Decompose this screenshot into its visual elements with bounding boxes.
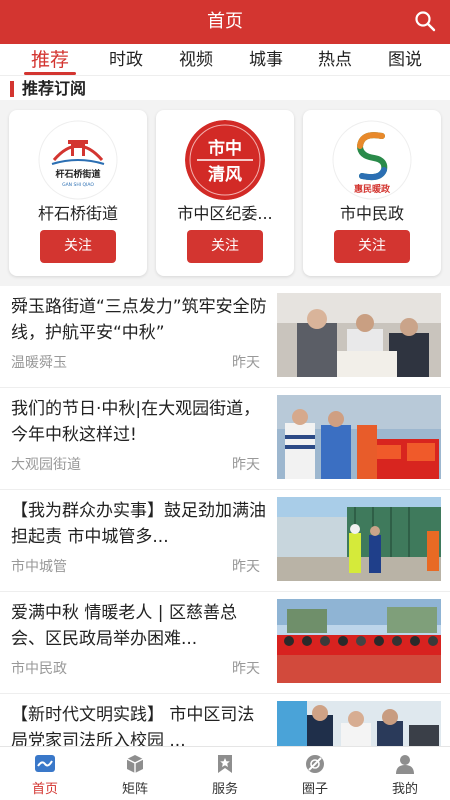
news-headline: 舜玉路街道“三点发力”筑牢安全防线，护航平安“中秋” [11,297,267,343]
news-time: 昨天 [232,457,260,473]
news-item[interactable]: 爱满中秋 情暖老人 | 区慈善总会、区民政局举办困难... 市中民政 昨天 [0,592,450,694]
nav-label: 首页 [31,782,58,797]
service-bookmark-icon [214,753,236,775]
news-time: 昨天 [232,559,260,575]
news-source: 大观园街道 [11,457,81,473]
tab-video[interactable]: 视频 [166,44,226,76]
category-tabs: 推荐 时政 视频 城事 热点 图说 [0,44,450,76]
news-thumbnail [277,293,441,377]
nav-matrix[interactable]: 矩阵 [90,747,180,800]
nav-label: 我的 [391,782,418,797]
bottom-navigation: 首页 矩阵 服务 圈子 我的 [0,746,450,800]
nav-label: 矩阵 [121,782,148,797]
tab-politics[interactable]: 时政 [96,44,156,76]
follow-button[interactable]: 关注 [40,230,116,263]
news-item[interactable]: 舜玉路街道“三点发力”筑牢安全防线，护航平安“中秋” 温暖舜玉 昨天 [0,286,450,388]
subscription-name: 市中区纪委... [177,204,273,223]
tab-pictures[interactable]: 图说 [375,44,435,76]
top-app-bar: 首页 [0,0,450,44]
matrix-cube-icon [124,753,146,775]
logo-text: 市中 [208,138,242,159]
news-headline: 爱满中秋 情暖老人 | 区慈善总会、区民政局举办困难... [11,603,237,649]
follow-button[interactable]: 关注 [334,230,410,263]
page-title: 首页 [207,11,243,32]
tab-city-affairs[interactable]: 城事 [236,44,296,76]
search-icon[interactable] [414,10,436,32]
nav-label: 服务 [211,782,238,797]
nav-circle[interactable]: 圈子 [270,747,360,800]
section-title: 推荐订阅 [10,78,86,100]
user-icon [394,753,416,775]
news-source: 温暖舜玉 [11,355,67,371]
huimin-nuanzheng-logo: 惠民暖政 [332,120,412,200]
news-item[interactable]: 我们的节日·中秋|在大观园街道，今年中秋这样过! 大观园街道 昨天 [0,388,450,490]
news-source: 市中民政 [11,661,67,677]
news-item[interactable]: 【我为群众办实事】鼓足劲加满油 担起责 市中城管多... 市中城管 昨天 [0,490,450,592]
home-icon [34,753,56,775]
news-source: 市中城管 [11,559,67,575]
subscription-name: 杆石桥街道 [37,204,118,223]
news-headline: 【我为群众办实事】鼓足劲加满油 担起责 市中城管多... [11,501,266,547]
follow-button[interactable]: 关注 [187,230,263,263]
nav-mine[interactable]: 我的 [360,747,450,800]
tab-recommend[interactable]: 推荐 [20,44,80,76]
logo-text: 清风 [208,164,242,185]
subscription-card[interactable]: 市中 清风 市中区纪委... 关注 [156,110,294,276]
news-headline: 我们的节日·中秋|在大观园街道，今年中秋这样过! [11,399,261,445]
logo-subtext: GAN SHI QIAO [62,182,94,188]
news-thumbnail [277,497,441,581]
nav-service[interactable]: 服务 [180,747,270,800]
shizhong-qingfeng-logo: 市中 清风 [185,120,265,200]
nav-label: 圈子 [301,782,328,797]
gan-shi-qiao-logo: 杆石桥街道 GAN SHI QIAO [38,120,118,200]
news-thumbnail [277,599,441,683]
subscription-card[interactable]: 杆石桥街道 GAN SHI QIAO 杆石桥街道 关注 [9,110,147,276]
logo-text: 惠民暖政 [354,183,391,195]
nav-home[interactable]: 首页 [0,747,90,800]
news-thumbnail [277,395,441,479]
logo-text: 杆石桥街道 [55,168,100,180]
subscription-name: 市中民政 [339,204,404,223]
news-time: 昨天 [232,355,260,371]
subscription-card[interactable]: 惠民暖政 市中民政 关注 [303,110,441,276]
circle-icon [304,753,326,775]
tab-hot[interactable]: 热点 [305,44,365,76]
news-time: 昨天 [232,661,260,677]
